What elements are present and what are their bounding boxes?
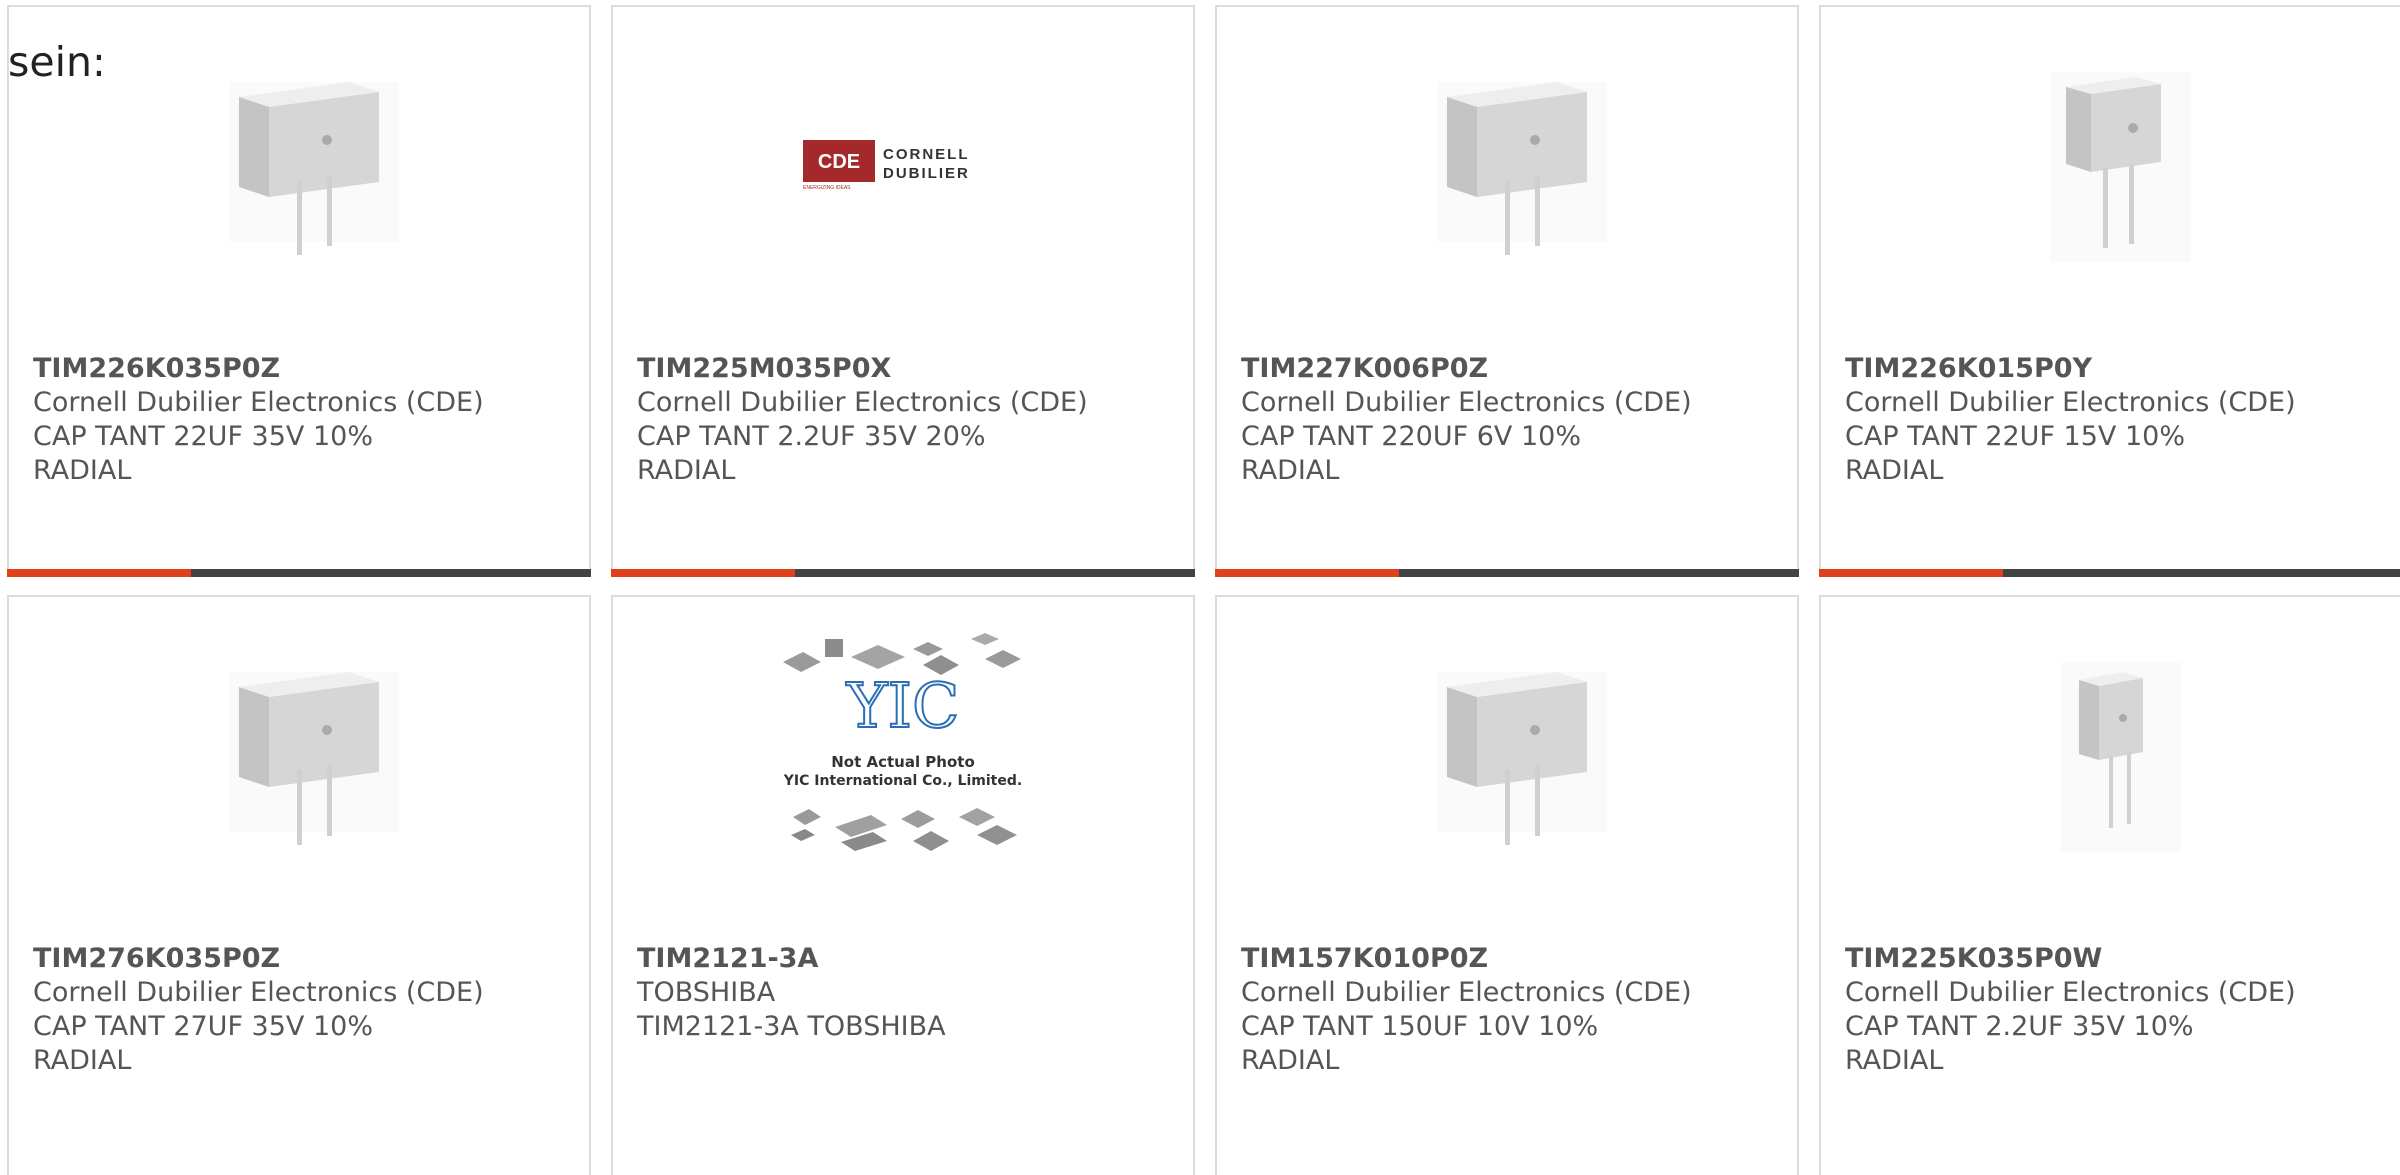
- product-card[interactable]: YIC Not Actual Photo YIC International C…: [611, 595, 1195, 1175]
- manufacturer: Cornell Dubilier Electronics (CDE): [33, 977, 484, 1008]
- package: RADIAL: [1845, 1045, 1944, 1076]
- capacitor-icon: [1437, 82, 1607, 255]
- description: CAP TANT 2.2UF 35V 20%: [637, 421, 986, 452]
- product-image[interactable]: [1921, 627, 2301, 877]
- package: RADIAL: [33, 455, 132, 486]
- package: RADIAL: [637, 455, 736, 486]
- description: CAP TANT 2.2UF 35V 10%: [1845, 1011, 2194, 1042]
- part-number[interactable]: TIM226K015P0Y: [1845, 352, 2385, 386]
- product-card[interactable]: TIM226K035P0Z Cornell Dubilier Electroni…: [7, 5, 591, 577]
- manufacturer: TOBSHIBA: [637, 977, 776, 1008]
- description: TIM2121-3A TOBSHIBA: [637, 1011, 946, 1042]
- yic-logo-line1: Not Actual Photo: [831, 753, 975, 771]
- cde-logo-line1: CORNELL: [883, 146, 970, 163]
- description: CAP TANT 22UF 15V 10%: [1845, 421, 2185, 452]
- cde-logo-icon: CDE CORNELL DUBILIER ENERGIZING IDEAS: [803, 140, 970, 191]
- product-card[interactable]: TIM227K006P0Z Cornell Dubilier Electroni…: [1215, 5, 1799, 577]
- part-number[interactable]: TIM157K010P0Z: [1241, 942, 1781, 976]
- product-card[interactable]: TIM157K010P0Z Cornell Dubilier Electroni…: [1215, 595, 1799, 1175]
- capacitor-icon: [229, 82, 399, 255]
- product-image[interactable]: [109, 37, 489, 287]
- part-number[interactable]: TIM227K006P0Z: [1241, 352, 1781, 386]
- product-image[interactable]: [1317, 627, 1697, 877]
- cde-logo-tagline: ENERGIZING IDEAS: [803, 185, 851, 191]
- cde-logo-line2: DUBILIER: [883, 165, 970, 182]
- package: RADIAL: [1845, 455, 1944, 486]
- card-bottom-bar: [1819, 569, 2400, 577]
- capacitor-icon: [1437, 672, 1607, 845]
- part-number[interactable]: TIM226K035P0Z: [33, 352, 573, 386]
- manufacturer: Cornell Dubilier Electronics (CDE): [33, 387, 484, 418]
- package: RADIAL: [1241, 1045, 1340, 1076]
- part-number[interactable]: TIM276K035P0Z: [33, 942, 573, 976]
- part-number[interactable]: TIM225M035P0X: [637, 352, 1177, 386]
- capacitor-icon: [2061, 662, 2181, 852]
- card-bottom-bar: [611, 569, 1195, 577]
- product-image[interactable]: [1317, 37, 1697, 287]
- description: CAP TANT 22UF 35V 10%: [33, 421, 373, 452]
- manufacturer: Cornell Dubilier Electronics (CDE): [1845, 387, 2296, 418]
- capacitor-icon: [229, 672, 399, 845]
- package: RADIAL: [1241, 455, 1340, 486]
- product-card[interactable]: TIM276K035P0Z Cornell Dubilier Electroni…: [7, 595, 591, 1175]
- product-image[interactable]: CDE CORNELL DUBILIER ENERGIZING IDEAS: [713, 37, 1093, 287]
- description: CAP TANT 150UF 10V 10%: [1241, 1011, 1599, 1042]
- card-bottom-bar: [7, 569, 591, 577]
- package: RADIAL: [33, 1045, 132, 1076]
- intro-text: sein:: [8, 38, 106, 86]
- cde-logo-mark: CDE: [818, 151, 860, 173]
- manufacturer: Cornell Dubilier Electronics (CDE): [637, 387, 1088, 418]
- manufacturer: Cornell Dubilier Electronics (CDE): [1241, 387, 1692, 418]
- capacitor-icon: [2051, 72, 2191, 262]
- manufacturer: Cornell Dubilier Electronics (CDE): [1241, 977, 1692, 1008]
- product-image[interactable]: [1921, 37, 2301, 287]
- description: CAP TANT 220UF 6V 10%: [1241, 421, 1581, 452]
- yic-logo-mark: YIC: [846, 669, 960, 742]
- description: CAP TANT 27UF 35V 10%: [33, 1011, 373, 1042]
- product-card[interactable]: TIM225K035P0W Cornell Dubilier Electroni…: [1819, 595, 2400, 1175]
- yic-logo-line2: YIC International Co., Limited.: [783, 773, 1022, 789]
- product-image[interactable]: YIC Not Actual Photo YIC International C…: [713, 627, 1093, 877]
- yic-placeholder-icon: YIC Not Actual Photo YIC International C…: [783, 633, 1022, 851]
- product-card[interactable]: TIM226K015P0Y Cornell Dubilier Electroni…: [1819, 5, 2400, 577]
- product-grid: TIM226K035P0Z Cornell Dubilier Electroni…: [0, 0, 2400, 1175]
- part-number[interactable]: TIM225K035P0W: [1845, 942, 2385, 976]
- manufacturer: Cornell Dubilier Electronics (CDE): [1845, 977, 2296, 1008]
- card-bottom-bar: [1215, 569, 1799, 577]
- product-image[interactable]: [109, 627, 489, 877]
- part-number[interactable]: TIM2121-3A: [637, 942, 1177, 976]
- product-card[interactable]: CDE CORNELL DUBILIER ENERGIZING IDEAS TI…: [611, 5, 1195, 577]
